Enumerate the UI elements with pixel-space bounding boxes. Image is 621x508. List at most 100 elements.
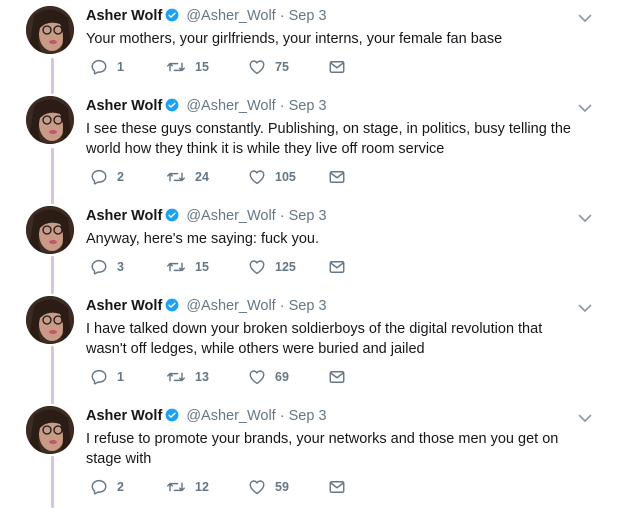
reply-icon	[90, 368, 108, 386]
separator: ·	[279, 298, 285, 314]
chevron-down-icon[interactable]	[578, 100, 592, 118]
direct-message-button[interactable]	[328, 368, 346, 386]
envelope-icon	[328, 168, 346, 186]
retweet-button[interactable]: 15	[166, 58, 209, 76]
tweet-date[interactable]: Sep 3	[289, 408, 327, 424]
chevron-down-icon[interactable]	[578, 210, 592, 228]
separator: ·	[279, 8, 285, 24]
direct-message-button[interactable]	[328, 258, 346, 276]
like-button[interactable]: 75	[248, 58, 289, 76]
tweet[interactable]: Asher Wolf @Asher_Wolf · Sep 3 Anyway, h…	[0, 204, 621, 288]
envelope-icon	[328, 478, 346, 496]
separator: ·	[279, 98, 285, 114]
author-name[interactable]: Asher Wolf	[86, 298, 162, 314]
reply-count: 3	[117, 260, 124, 274]
tweet-date[interactable]: Sep 3	[289, 8, 327, 24]
chevron-down-icon[interactable]	[578, 410, 592, 428]
retweet-count: 13	[195, 370, 209, 384]
like-count: 69	[275, 370, 289, 384]
like-button[interactable]: 105	[248, 168, 296, 186]
verified-badge-icon	[165, 298, 179, 317]
direct-message-button[interactable]	[328, 478, 346, 496]
retweet-icon	[166, 168, 186, 186]
tweet-text: Your mothers, your girlfriends, your int…	[86, 31, 503, 47]
retweet-button[interactable]: 12	[166, 478, 209, 496]
tweet-text: I see these guys constantly. Publishing,…	[86, 121, 571, 157]
reply-button[interactable]: 3	[90, 258, 124, 276]
heart-icon	[248, 168, 266, 186]
chevron-down-icon[interactable]	[578, 10, 592, 28]
like-count: 125	[275, 260, 296, 274]
reply-button[interactable]: 1	[90, 368, 124, 386]
reply-icon	[90, 168, 108, 186]
direct-message-button[interactable]	[328, 58, 346, 76]
author-name[interactable]: Asher Wolf	[86, 98, 162, 114]
avatar[interactable]	[26, 6, 74, 54]
retweet-icon	[166, 478, 186, 496]
retweet-count: 15	[195, 260, 209, 274]
avatar[interactable]	[26, 206, 74, 254]
author-handle[interactable]: @Asher_Wolf	[186, 98, 275, 114]
verified-badge-icon	[165, 408, 179, 427]
retweet-count: 24	[195, 170, 209, 184]
reply-count: 2	[117, 170, 124, 184]
reply-count: 1	[117, 370, 124, 384]
like-count: 75	[275, 60, 289, 74]
tweet[interactable]: Asher Wolf @Asher_Wolf · Sep 3 Your moth…	[0, 4, 621, 88]
reply-count: 1	[117, 60, 124, 74]
author-name[interactable]: Asher Wolf	[86, 208, 162, 224]
retweet-button[interactable]: 15	[166, 258, 209, 276]
tweet-text: I refuse to promote your brands, your ne…	[86, 431, 559, 467]
author-handle[interactable]: @Asher_Wolf	[186, 208, 275, 224]
author-handle[interactable]: @Asher_Wolf	[186, 298, 275, 314]
retweet-count: 12	[195, 480, 209, 494]
reply-icon	[90, 478, 108, 496]
like-count: 105	[275, 170, 296, 184]
like-count: 59	[275, 480, 289, 494]
retweet-icon	[166, 368, 186, 386]
like-button[interactable]: 125	[248, 258, 296, 276]
separator: ·	[279, 208, 285, 224]
tweet-date[interactable]: Sep 3	[289, 208, 327, 224]
chevron-down-icon[interactable]	[578, 300, 592, 318]
reply-button[interactable]: 2	[90, 168, 124, 186]
heart-icon	[248, 478, 266, 496]
tweet-date[interactable]: Sep 3	[289, 98, 327, 114]
tweet-text: I have talked down your broken soldierbo…	[86, 321, 543, 357]
envelope-icon	[328, 258, 346, 276]
tweet[interactable]: Asher Wolf @Asher_Wolf · Sep 3 I have ta…	[0, 294, 621, 398]
author-name[interactable]: Asher Wolf	[86, 408, 162, 424]
like-button[interactable]: 69	[248, 368, 289, 386]
reply-button[interactable]: 1	[90, 58, 124, 76]
reply-button[interactable]: 2	[90, 478, 124, 496]
envelope-icon	[328, 58, 346, 76]
tweet-date[interactable]: Sep 3	[289, 298, 327, 314]
retweet-icon	[166, 258, 186, 276]
like-button[interactable]: 59	[248, 478, 289, 496]
separator: ·	[279, 408, 285, 424]
tweet-text: Anyway, here's me saying: fuck you.	[86, 231, 319, 247]
author-handle[interactable]: @Asher_Wolf	[186, 408, 275, 424]
verified-badge-icon	[165, 8, 179, 27]
retweet-count: 15	[195, 60, 209, 74]
verified-badge-icon	[165, 208, 179, 227]
reply-count: 2	[117, 480, 124, 494]
reply-icon	[90, 58, 108, 76]
retweet-button[interactable]: 24	[166, 168, 209, 186]
avatar[interactable]	[26, 406, 74, 454]
author-name[interactable]: Asher Wolf	[86, 8, 162, 24]
heart-icon	[248, 58, 266, 76]
tweet[interactable]: Asher Wolf @Asher_Wolf · Sep 3 I see the…	[0, 94, 621, 198]
avatar[interactable]	[26, 296, 74, 344]
envelope-icon	[328, 368, 346, 386]
heart-icon	[248, 258, 266, 276]
retweet-icon	[166, 58, 186, 76]
avatar[interactable]	[26, 96, 74, 144]
tweet[interactable]: Asher Wolf @Asher_Wolf · Sep 3 I refuse …	[0, 404, 621, 508]
heart-icon	[248, 368, 266, 386]
reply-icon	[90, 258, 108, 276]
verified-badge-icon	[165, 98, 179, 117]
author-handle[interactable]: @Asher_Wolf	[186, 8, 275, 24]
direct-message-button[interactable]	[328, 168, 346, 186]
retweet-button[interactable]: 13	[166, 368, 209, 386]
